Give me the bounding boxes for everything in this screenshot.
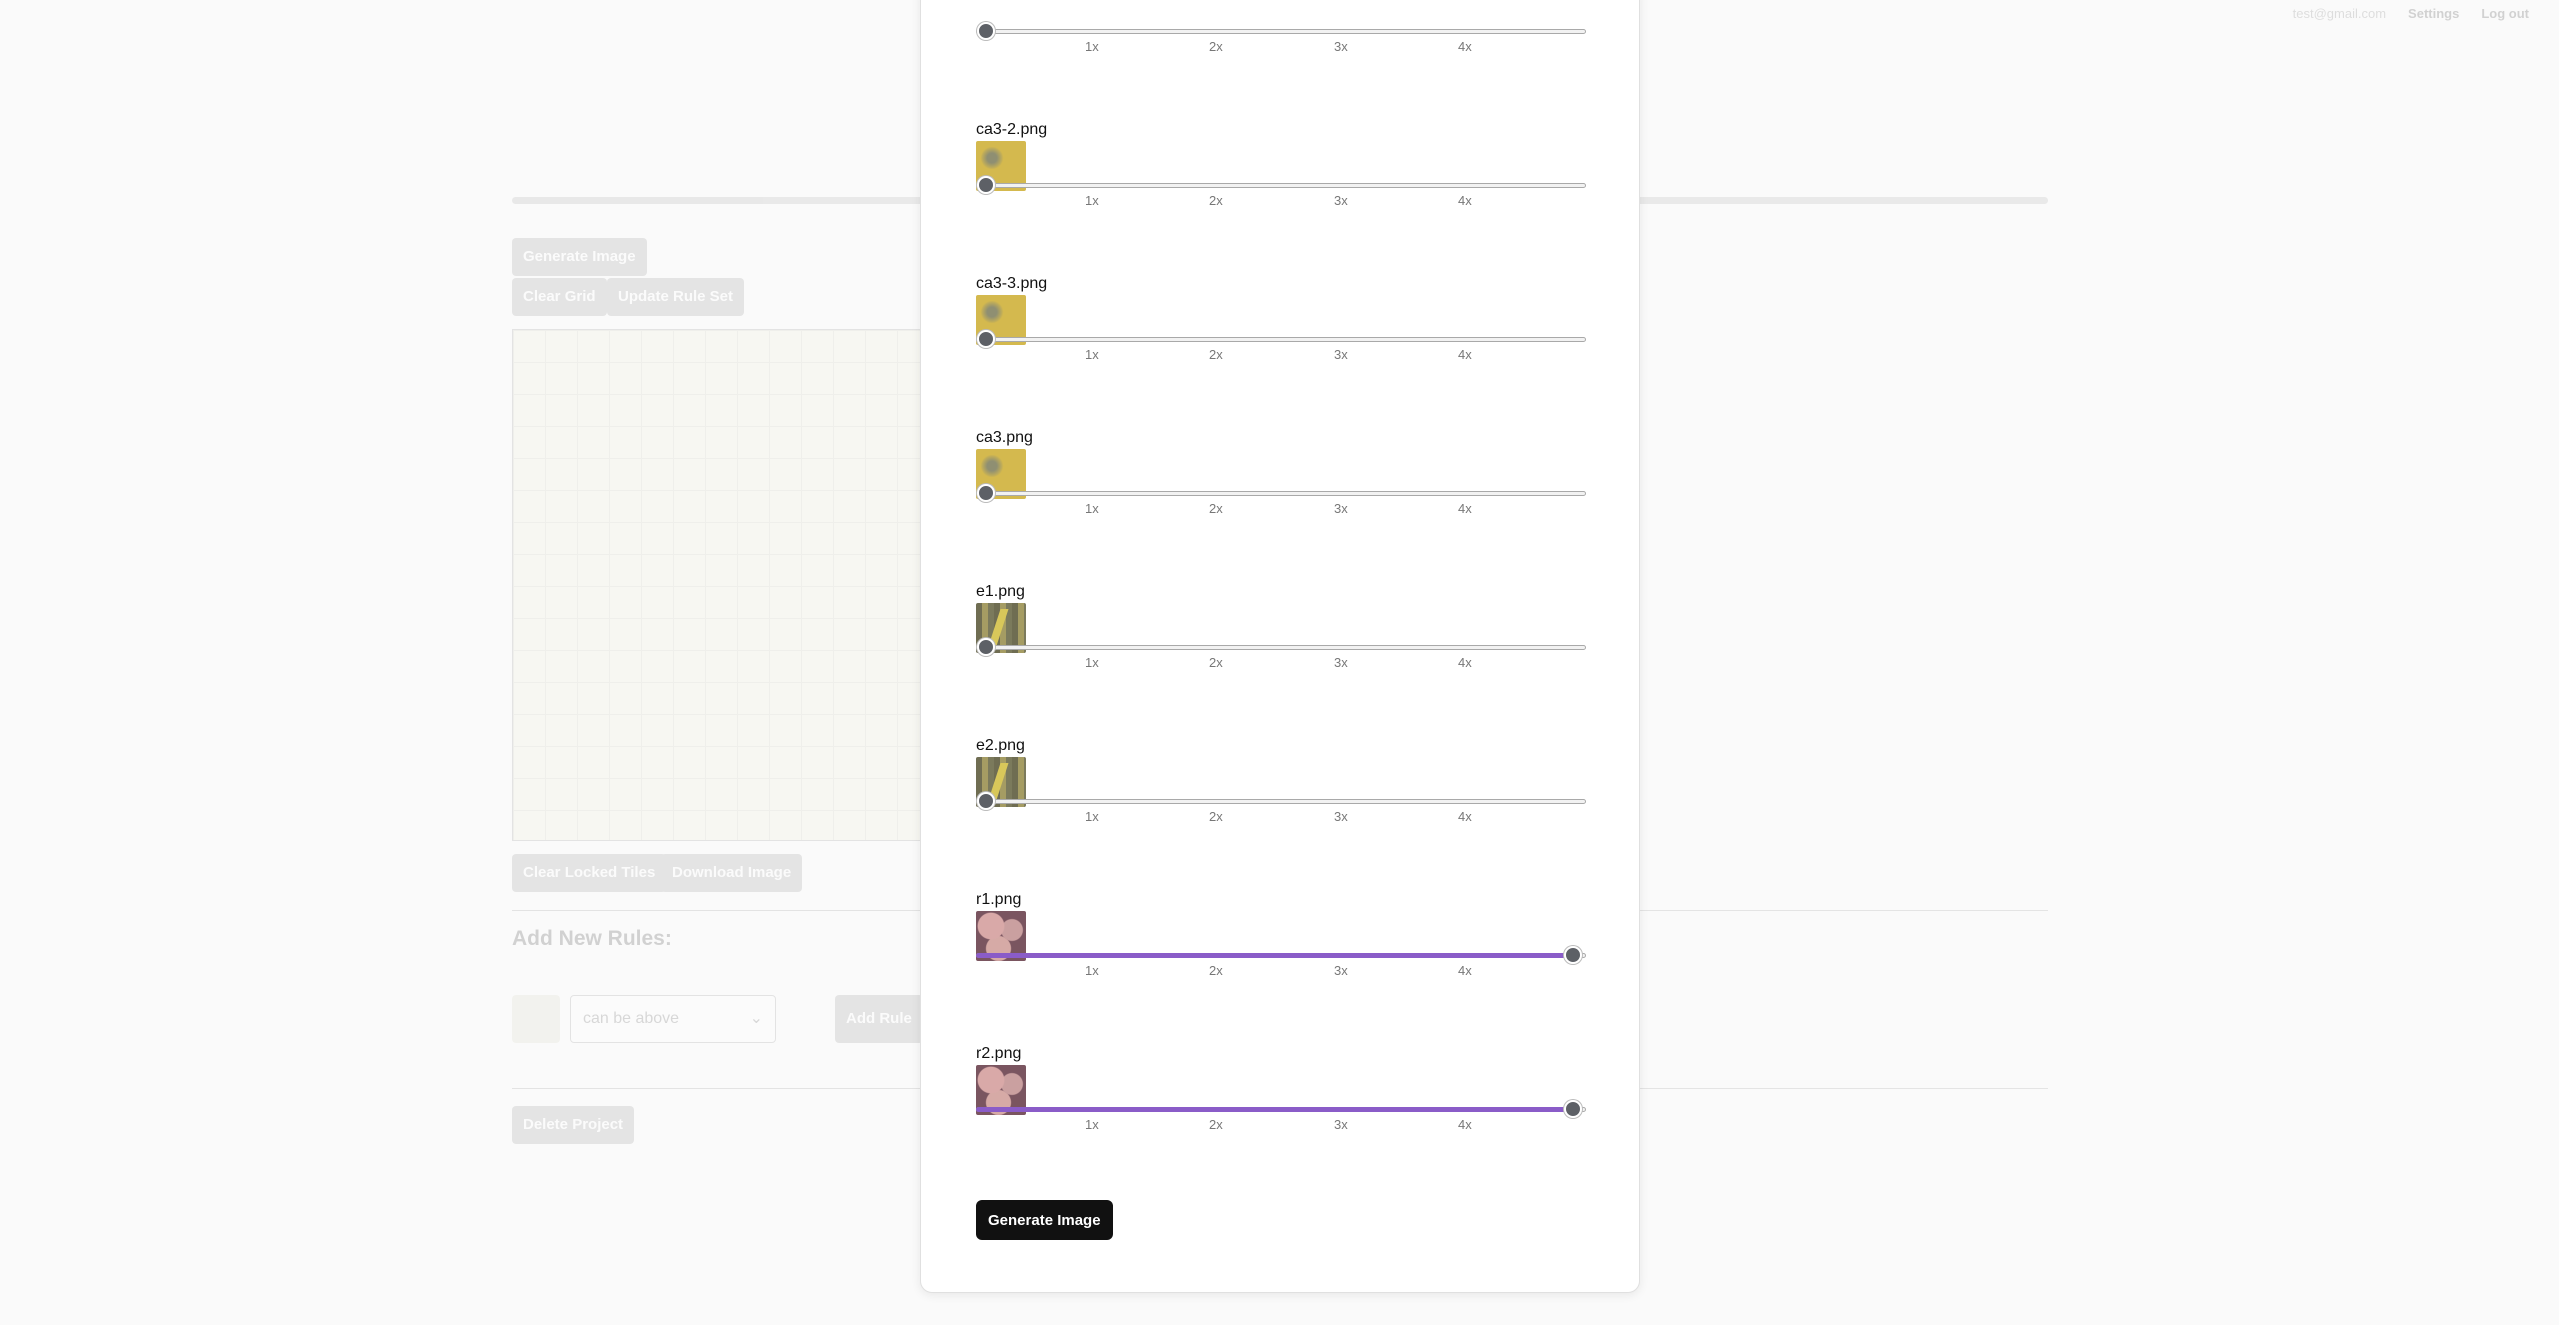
tick-label: 3x [1334,501,1348,516]
weight-slider[interactable] [976,945,1586,965]
slider-tick-labels: 1x 2x 3x 4x [976,501,1586,519]
tile-weight-row: r1.png 1x 2x 3x 4x [976,891,1586,1045]
tick-label: 3x [1334,347,1348,362]
clear-locked-tiles-button[interactable]: Clear Locked Tiles [512,854,667,892]
slider-handle[interactable] [977,330,995,348]
tile-weight-row: r2.png 1x 2x 3x 4x [976,1045,1586,1199]
weight-slider[interactable] [976,791,1586,811]
download-image-button[interactable]: Download Image [661,854,803,892]
generate-image-button-bg[interactable]: Generate Image [512,238,647,276]
tick-label: 2x [1209,193,1223,208]
slider-fill [976,1107,1573,1112]
add-rule-button[interactable]: Add Rule [835,995,923,1043]
tile-name: ca3-3.png [976,275,1048,292]
top-nav: test@gmail.com Settings Log out [2293,6,2529,21]
weight-slider[interactable] [976,1099,1586,1119]
slider-track[interactable] [976,183,1586,188]
tick-label: 1x [1085,963,1099,978]
tick-label: 3x [1334,809,1348,824]
weight-slider[interactable] [976,329,1586,349]
tile-weight-row: ca3-2.png 1x 2x 3x 4x [976,121,1586,275]
rule-tile-swatch[interactable] [512,995,560,1043]
slider-track[interactable] [976,337,1586,342]
settings-link[interactable]: Settings [2408,6,2459,21]
tile-grid[interactable] [512,329,922,841]
tick-label: 1x [1085,809,1099,824]
tick-label: 4x [1458,1117,1472,1132]
tick-label: 4x [1458,655,1472,670]
tick-label: 4x [1458,963,1472,978]
update-rule-set-button[interactable]: Update Rule Set [607,278,745,316]
slider-tick-labels: 1x 2x 3x 4x [976,963,1586,981]
chevron-down-icon: ⌄ [749,1010,763,1027]
slider-fill [976,953,1573,958]
tick-label: 3x [1334,193,1348,208]
weight-slider[interactable] [976,483,1586,503]
slider-track[interactable] [976,645,1586,650]
tick-label: 1x [1085,193,1099,208]
tick-label: 1x [1085,347,1099,362]
tick-label: 1x [1085,39,1099,54]
tile-name: ca3-2.png [976,121,1048,138]
slider-handle[interactable] [1564,946,1582,964]
tick-label: 1x [1085,1117,1099,1132]
slider-handle[interactable] [977,22,995,40]
slider-handle[interactable] [1564,1100,1582,1118]
slider-handle[interactable] [977,484,995,502]
tick-label: 3x [1334,963,1348,978]
tick-label: 2x [1209,39,1223,54]
tile-weight-row: ca3-3.png 1x 2x 3x 4x [976,275,1586,429]
tile-weight-row: 1x 2x 3x 4x [976,0,1586,121]
tile-name: r2.png [976,1045,1022,1062]
tick-label: 2x [1209,809,1223,824]
tile-name: ca3.png [976,429,1033,446]
tick-label: 1x [1085,501,1099,516]
slider-tick-labels: 1x 2x 3x 4x [976,1117,1586,1135]
delete-project-button[interactable]: Delete Project [512,1106,635,1144]
slider-track[interactable] [976,29,1586,34]
relation-select-value: can be above [583,1010,680,1027]
tile-weight-row: e2.png 1x 2x 3x 4x [976,737,1586,891]
tile-weight-row: ca3.png 1x 2x 3x 4x [976,429,1586,583]
slider-track[interactable] [976,799,1586,804]
tick-label: 1x [1085,655,1099,670]
tick-label: 4x [1458,347,1472,362]
slider-tick-labels: 1x 2x 3x 4x [976,347,1586,365]
logout-link[interactable]: Log out [2481,6,2529,21]
slider-track[interactable] [976,491,1586,496]
tick-label: 2x [1209,963,1223,978]
slider-tick-labels: 1x 2x 3x 4x [976,193,1586,211]
slider-tick-labels: 1x 2x 3x 4x [976,655,1586,673]
clear-grid-button[interactable]: Clear Grid [512,278,607,316]
tick-label: 4x [1458,501,1472,516]
slider-handle[interactable] [977,638,995,656]
tick-label: 2x [1209,501,1223,516]
tile-name: e2.png [976,737,1025,754]
add-new-rules-heading: Add New Rules: [512,927,672,950]
tick-label: 4x [1458,39,1472,54]
generate-image-button[interactable]: Generate Image [976,1200,1113,1240]
tick-label: 4x [1458,809,1472,824]
tick-label: 2x [1209,655,1223,670]
tick-label: 3x [1334,39,1348,54]
relation-select[interactable]: can be above ⌄ [570,995,776,1043]
user-email: test@gmail.com [2292,6,2387,21]
tick-label: 2x [1209,1117,1223,1132]
slider-tick-labels: 1x 2x 3x 4x [976,39,1586,57]
weight-slider[interactable] [976,21,1586,41]
weight-slider[interactable] [976,175,1586,195]
slider-handle[interactable] [977,176,995,194]
weight-slider[interactable] [976,637,1586,657]
slider-handle[interactable] [977,792,995,810]
tick-label: 2x [1209,347,1223,362]
tick-label: 3x [1334,1117,1348,1132]
tile-weights-modal: 1x 2x 3x 4x ca3-2.png 1x 2x 3x 4x ca3-3.png 1x 2x 3x… [920,0,1640,1293]
tile-name: r1.png [976,891,1022,908]
tile-name: e1.png [976,583,1025,600]
tick-label: 4x [1458,193,1472,208]
tick-label: 3x [1334,655,1348,670]
tile-weight-row: e1.png 1x 2x 3x 4x [976,583,1586,737]
slider-tick-labels: 1x 2x 3x 4x [976,809,1586,827]
